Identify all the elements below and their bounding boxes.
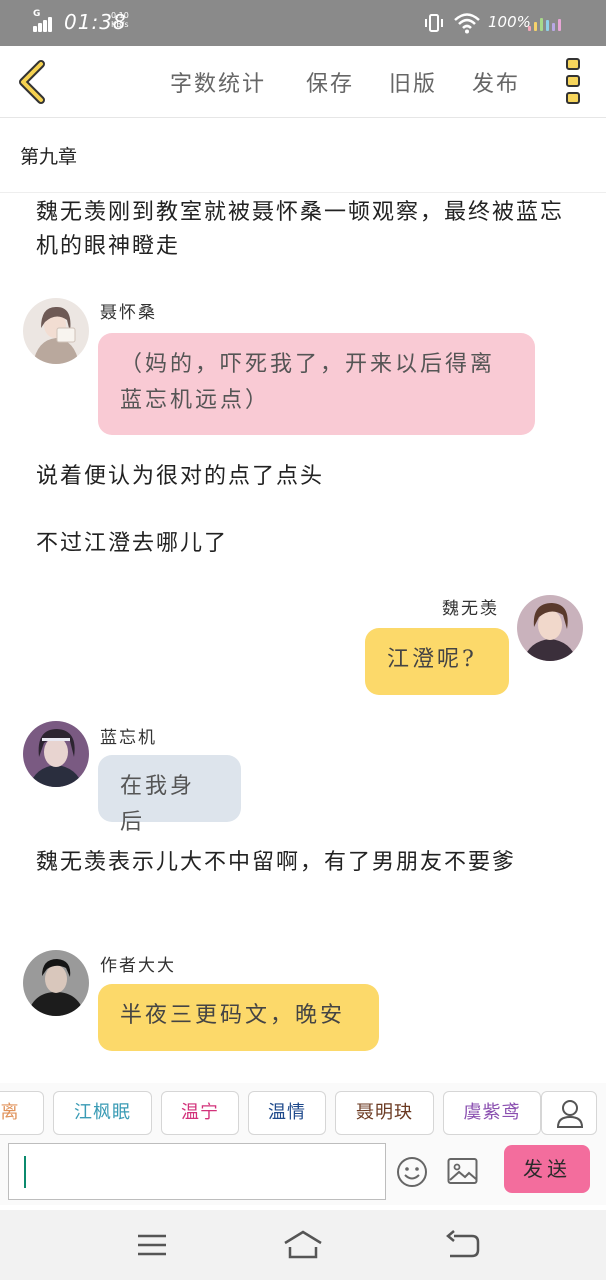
battery-level: 100%	[488, 13, 531, 31]
old-version-button[interactable]: 旧版	[389, 66, 437, 98]
battery-icon	[528, 17, 568, 31]
home-icon[interactable]	[283, 1228, 323, 1262]
signal-icon	[33, 12, 57, 32]
more-menu-icon[interactable]	[566, 58, 582, 106]
character-selector: 离 江枫眠 温宁 温情 聂明玦 虞紫鸢	[0, 1083, 606, 1143]
avatar-nie-huaisang[interactable]	[23, 298, 89, 364]
chapter-title[interactable]: 第九章	[20, 142, 77, 169]
back-arrow-icon[interactable]	[14, 60, 50, 104]
composer: 发送	[0, 1143, 606, 1205]
character-chip[interactable]: 虞紫鸢	[443, 1091, 541, 1135]
message-input[interactable]	[8, 1143, 386, 1200]
chapter-header: 第九章	[0, 118, 606, 193]
author-avatar-image	[23, 950, 89, 1016]
message-bubble[interactable]: （妈的，吓死我了，开来以后得离蓝忘机远点）	[98, 333, 535, 435]
narration-text[interactable]: 魏无羡刚到教室就被聂怀桑一顿观察，最终被蓝忘机的眼神瞪走	[36, 196, 576, 264]
speaker-name: 聂怀桑	[100, 303, 157, 323]
status-bar: G 01:38 0.10 KB/s 100%	[0, 0, 606, 46]
message-bubble[interactable]: 江澄呢?	[365, 628, 509, 695]
character-chip[interactable]: 离	[0, 1091, 44, 1135]
wifi-icon	[454, 13, 480, 34]
avatar-author[interactable]	[23, 950, 89, 1016]
network-speed-value: 0.10	[111, 11, 129, 20]
wei-wuxian-avatar-image	[517, 595, 583, 661]
speaker-name: 作者大大	[100, 956, 176, 976]
publish-button[interactable]: 发布	[472, 66, 520, 98]
character-chip[interactable]: 江枫眠	[53, 1091, 152, 1135]
nie-huaisang-avatar-image	[23, 298, 89, 364]
menu-icon[interactable]	[132, 1228, 172, 1262]
vibrate-icon	[425, 14, 443, 32]
editor-toolbar: 字数统计 保存 旧版 发布	[0, 46, 606, 118]
speaker-name: 蓝忘机	[100, 728, 157, 748]
message-bubble[interactable]: 半夜三更码文，晚安	[98, 984, 379, 1051]
network-speed: 0.10 KB/s	[111, 11, 129, 29]
narration-text[interactable]: 魏无羡表示儿大不中留啊，有了男朋友不要爹	[36, 846, 576, 880]
user-icon[interactable]	[541, 1091, 597, 1135]
back-icon[interactable]	[442, 1228, 482, 1262]
narration-text[interactable]: 不过江澄去哪儿了	[36, 527, 576, 561]
send-button[interactable]: 发送	[504, 1145, 590, 1193]
character-chip[interactable]: 聂明玦	[335, 1091, 434, 1135]
text-caret	[24, 1156, 26, 1188]
network-speed-unit: KB/s	[111, 20, 129, 29]
system-nav-bar	[0, 1210, 606, 1280]
word-count-button[interactable]: 字数统计	[170, 66, 266, 98]
narration-text[interactable]: 说着便认为很对的点了点头	[36, 460, 576, 494]
avatar-wei-wuxian[interactable]	[517, 595, 583, 661]
image-icon[interactable]	[447, 1157, 478, 1185]
user-icon-glyph	[556, 1100, 584, 1128]
speaker-name: 魏无羡	[442, 599, 499, 619]
character-chip[interactable]: 温情	[248, 1091, 326, 1135]
emoji-icon[interactable]	[396, 1156, 428, 1188]
save-button[interactable]: 保存	[306, 66, 354, 98]
lan-wangji-avatar-image	[23, 721, 89, 787]
character-chip[interactable]: 温宁	[161, 1091, 239, 1135]
avatar-lan-wangji[interactable]	[23, 721, 89, 787]
message-bubble[interactable]: 在我身后	[98, 755, 241, 835]
